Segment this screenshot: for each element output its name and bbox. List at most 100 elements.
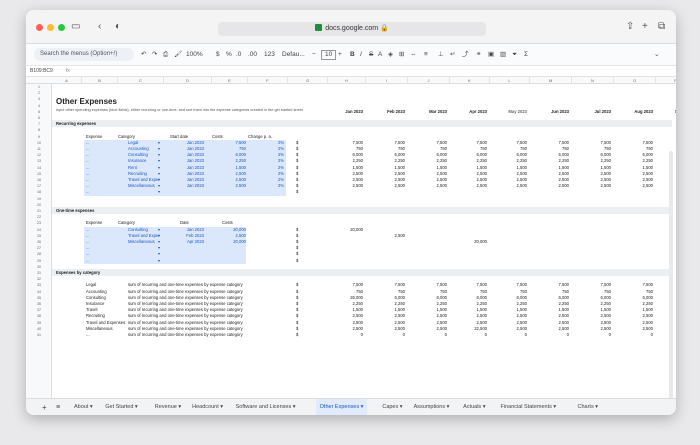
row-number[interactable]: 37 <box>26 307 52 313</box>
row-number[interactable]: 29 <box>26 258 52 264</box>
row-number[interactable]: 34 <box>26 289 52 295</box>
share-icon[interactable]: ⇪ <box>626 21 634 33</box>
bold-icon[interactable]: B <box>350 50 355 60</box>
column-header-n[interactable]: N <box>572 77 614 84</box>
sheet-tab-capex[interactable]: Capex ▾ <box>382 399 402 415</box>
insert-link-icon[interactable]: ⚭ <box>476 50 481 60</box>
print-icon[interactable]: ⎙ <box>163 50 168 60</box>
column-header-d[interactable]: D <box>164 77 212 84</box>
align-horizontal-icon[interactable]: ≡ <box>424 50 428 60</box>
row-number[interactable]: 13 <box>26 158 52 164</box>
column-header-i[interactable]: I <box>366 77 408 84</box>
column-header-e[interactable]: E <box>212 77 248 84</box>
sheet-cells[interactable]: Other Expenses Input other spending expe… <box>52 84 676 398</box>
undo-icon[interactable]: ↶ <box>141 50 146 60</box>
insert-comment-icon[interactable]: ▣ <box>488 50 494 60</box>
row-number[interactable]: 28 <box>26 251 52 257</box>
row-number[interactable]: 25 <box>26 233 52 239</box>
column-header-m[interactable]: M <box>530 77 572 84</box>
column-header-k[interactable]: K <box>450 77 490 84</box>
redo-icon[interactable]: ↷ <box>152 50 157 60</box>
tab-menu-arrow-icon[interactable]: ▾ <box>552 404 556 410</box>
zoom-window-button[interactable] <box>58 24 65 31</box>
row-number[interactable]: 41 <box>26 332 52 338</box>
row-number[interactable]: 11 <box>26 146 52 152</box>
row-number[interactable]: 22 <box>26 214 52 220</box>
row-number[interactable]: 12 <box>26 152 52 158</box>
row-number[interactable]: 2 <box>26 90 52 96</box>
font-size-increase-icon[interactable]: + <box>338 50 342 60</box>
insert-chart-icon[interactable]: ▥ <box>500 50 506 60</box>
row-number[interactable]: 16 <box>26 177 52 183</box>
decimal-decrease-icon[interactable]: .0 <box>236 50 241 60</box>
tab-menu-arrow-icon[interactable]: ▾ <box>481 404 486 410</box>
sheet-tab-revenue[interactable]: Revenue ▾ <box>155 399 181 415</box>
spreadsheet-grid[interactable]: ABCDEFGHIJKLMNOP 1 2 3 4 5 6 7 8 9 10 11 12 13 14 15 16… <box>26 77 676 398</box>
tab-menu-arrow-icon[interactable]: ▾ <box>219 404 223 410</box>
sheet-tab-headcount[interactable]: Headcount ▾ <box>192 399 223 415</box>
add-sheet-icon[interactable]: + <box>42 399 47 415</box>
row-number[interactable]: 20 <box>26 202 52 208</box>
sheet-tab-get-started[interactable]: Get Started ▾ <box>105 399 137 415</box>
font-size-decrease-icon[interactable]: − <box>312 50 316 60</box>
row-number[interactable]: 24 <box>26 227 52 233</box>
column-header-j[interactable]: J <box>408 77 450 84</box>
italic-icon[interactable]: I <box>360 50 362 60</box>
borders-icon[interactable]: ⊞ <box>399 50 404 60</box>
vertical-scrollbar[interactable] <box>669 151 673 398</box>
tab-menu-arrow-icon[interactable]: ▾ <box>177 404 181 410</box>
row-number[interactable]: 1 <box>26 84 52 90</box>
sheet-tab-about[interactable]: About ▾ <box>74 399 93 415</box>
tab-menu-arrow-icon[interactable]: ▾ <box>445 404 450 410</box>
row-number[interactable]: 30 <box>26 264 52 270</box>
paint-format-icon[interactable]: 🖌 <box>174 50 182 60</box>
column-header-c[interactable]: C <box>118 77 164 84</box>
all-sheets-icon[interactable]: ≡ <box>56 399 60 415</box>
tab-menu-arrow-icon[interactable]: ▾ <box>594 404 598 410</box>
sidebar-toggle-icon[interactable]: ▭ <box>71 21 80 33</box>
row-number[interactable]: 9 <box>26 134 52 140</box>
functions-icon[interactable]: Σ <box>524 50 528 60</box>
column-header-o[interactable]: O <box>614 77 656 84</box>
align-vertical-icon[interactable]: ⊥ <box>438 50 444 60</box>
row-number[interactable]: 33 <box>26 282 52 288</box>
back-arrow-icon[interactable]: ‹ <box>98 21 101 33</box>
column-header-a[interactable]: A <box>52 77 82 84</box>
decimal-increase-icon[interactable]: .00 <box>248 50 257 60</box>
row-number[interactable]: 26 <box>26 239 52 245</box>
row-number[interactable]: 18 <box>26 189 52 195</box>
sheet-tab-assumptions[interactable]: Assumptions ▾ <box>414 399 450 415</box>
row-number[interactable]: 31 <box>26 270 52 276</box>
column-header-f[interactable]: F <box>248 77 288 84</box>
column-header-l[interactable]: L <box>490 77 530 84</box>
name-box[interactable]: B109:BC9 <box>30 66 53 77</box>
row-number[interactable]: 21 <box>26 208 52 214</box>
row-number[interactable]: 6 <box>26 115 52 121</box>
privacy-shield-icon[interactable]: ◐ <box>115 21 121 33</box>
row-number[interactable]: 4 <box>26 103 52 109</box>
sheet-tab-other-expenses[interactable]: Other Expenses ▾ <box>315 399 368 415</box>
currency-format-icon[interactable]: $ <box>216 50 220 60</box>
row-number[interactable]: 27 <box>26 245 52 251</box>
row-number[interactable]: 36 <box>26 301 52 307</box>
row-number[interactable]: 15 <box>26 171 52 177</box>
column-header-b[interactable]: B <box>82 77 118 84</box>
row-number[interactable]: 35 <box>26 295 52 301</box>
text-color-icon[interactable]: A <box>378 50 382 60</box>
row-number[interactable]: 19 <box>26 196 52 202</box>
address-bar[interactable]: docs.google.com 🔒 <box>218 22 486 36</box>
menu-search-input[interactable]: Search the menus (Option+/) <box>34 48 134 61</box>
row-number[interactable]: 8 <box>26 127 52 133</box>
sheet-tab-charts[interactable]: Charts ▾ <box>578 399 599 415</box>
font-size-input[interactable]: 10 <box>321 50 337 60</box>
tab-menu-arrow-icon[interactable]: ▾ <box>88 404 93 410</box>
row-number[interactable]: 40 <box>26 326 52 332</box>
close-window-button[interactable] <box>36 24 43 31</box>
column-header-g[interactable]: G <box>288 77 328 84</box>
font-select[interactable]: Defau... <box>282 50 305 60</box>
minimize-window-button[interactable] <box>47 24 54 31</box>
row-number[interactable]: 5 <box>26 109 52 115</box>
text-wrap-icon[interactable]: ↵ <box>450 50 455 60</box>
column-header-h[interactable]: H <box>328 77 366 84</box>
strikethrough-icon[interactable]: S <box>369 50 373 60</box>
